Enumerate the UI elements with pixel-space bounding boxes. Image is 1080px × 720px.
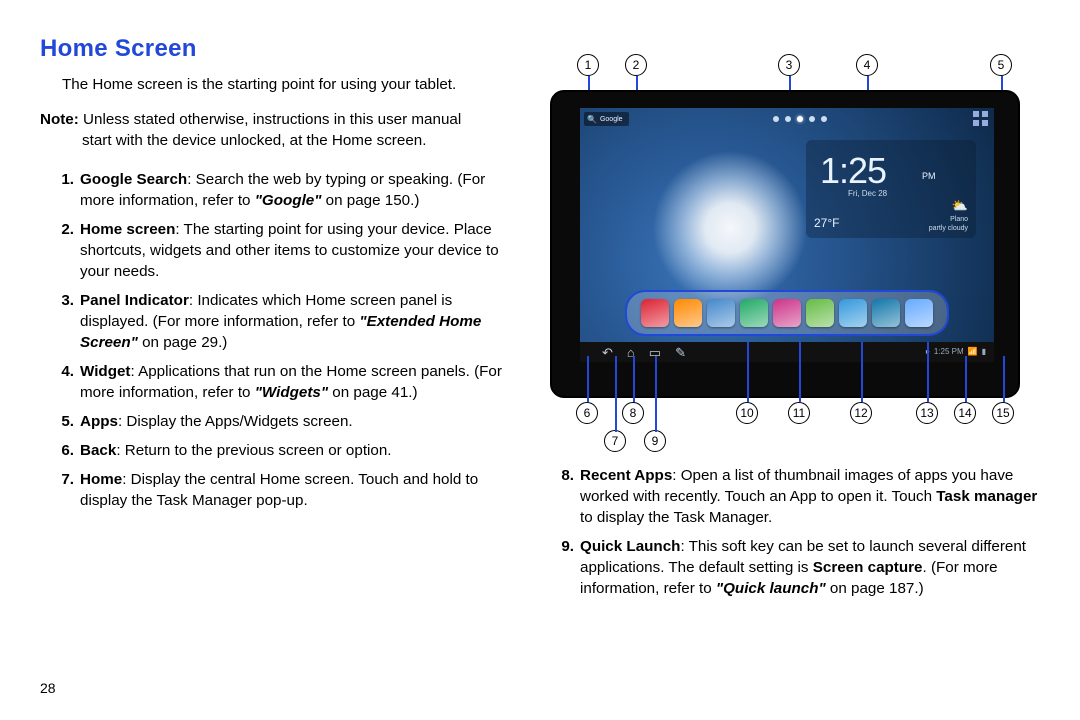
apps-icon [972,110,990,128]
list-item: 8.Recent Apps: Open a list of thumbnail … [574,466,1040,529]
google-search-widget: 🔍 Google [584,112,629,126]
screen-topbar: 🔍 Google [580,108,994,130]
callout-12: 12 [850,402,872,424]
callout-lead [633,356,635,402]
capture-icon: ✎ [675,346,686,359]
panel-indicator [773,116,827,122]
dock-app-icon [839,299,867,327]
callout-4: 4 [856,54,878,76]
clock-weather-widget: 1:25 PM Fri, Dec 28 27°F ⛅ Plano partly … [806,140,976,238]
callout-11: 11 [788,402,810,424]
callout-lead [861,342,863,402]
search-icon: 🔍 [587,114,597,125]
left-column: Home Screen The Home screen is the start… [40,32,512,608]
callout-6: 6 [576,402,598,424]
right-column: 1 2 3 4 5 🔍 Google [540,32,1040,608]
definition-list-left: 1.Google Search: Search the web by typin… [40,170,512,512]
callout-1: 1 [577,54,599,76]
intro-text: The Home screen is the starting point fo… [40,75,512,96]
list-item: 5.Apps: Display the Apps/Widgets screen. [74,412,512,433]
list-item: 1.Google Search: Search the web by typin… [74,170,512,212]
dock-app-icon [674,299,702,327]
dock-app-icon [740,299,768,327]
list-item: 2.Home screen: The starting point for us… [74,220,512,283]
callout-lead [799,342,801,402]
callout-lead [965,356,967,402]
dock-app-icon [773,299,801,327]
callout-14: 14 [954,402,976,424]
callout-3: 3 [778,54,800,76]
callout-lead [1003,356,1005,402]
note-paragraph: Note: Unless stated otherwise, instructi… [40,110,512,152]
callout-lead [587,356,589,402]
callout-5: 5 [990,54,1012,76]
callout-9: 9 [644,430,666,452]
section-heading: Home Screen [40,32,512,65]
app-dock [627,292,947,334]
system-bar: ↶ ⌂ ▭ ✎ ▸ 1:25 PM 📶 ▮ [580,342,994,362]
wifi-icon: 📶 [968,346,978,357]
callout-13: 13 [916,402,938,424]
callout-10: 10 [736,402,758,424]
list-item: 3.Panel Indicator: Indicates which Home … [74,291,512,354]
tablet-screen: 🔍 Google 1:25 PM Fri, Dec 28 27°F [580,108,994,362]
callout-7: 7 [604,430,626,452]
callout-lead [615,356,617,432]
note-label: Note: [40,111,79,128]
list-item: 6.Back: Return to the previous screen or… [74,441,512,462]
list-item: 9.Quick Launch: This soft key can be set… [574,537,1040,600]
page-number: 28 [40,680,56,696]
dock-app-icon [641,299,669,327]
callout-8: 8 [622,402,644,424]
tablet-figure: 1 2 3 4 5 🔍 Google [540,32,1040,452]
definition-list-right: 8.Recent Apps: Open a list of thumbnail … [540,466,1040,600]
callout-lead [747,342,749,402]
list-item: 7.Home: Display the central Home screen.… [74,470,512,512]
battery-icon: ▮ [982,346,986,357]
back-icon: ↶ [602,346,613,359]
tablet-body: 🔍 Google 1:25 PM Fri, Dec 28 27°F [550,90,1020,398]
callout-15: 15 [992,402,1014,424]
callout-lead [927,342,929,402]
wallpaper-dandelion [650,148,810,308]
dock-app-icon [806,299,834,327]
callout-2: 2 [625,54,647,76]
dock-app-icon [707,299,735,327]
callout-lead [655,356,657,432]
dock-app-icon [905,299,933,327]
list-item: 4.Widget: Applications that run on the H… [74,362,512,404]
dock-app-icon [872,299,900,327]
